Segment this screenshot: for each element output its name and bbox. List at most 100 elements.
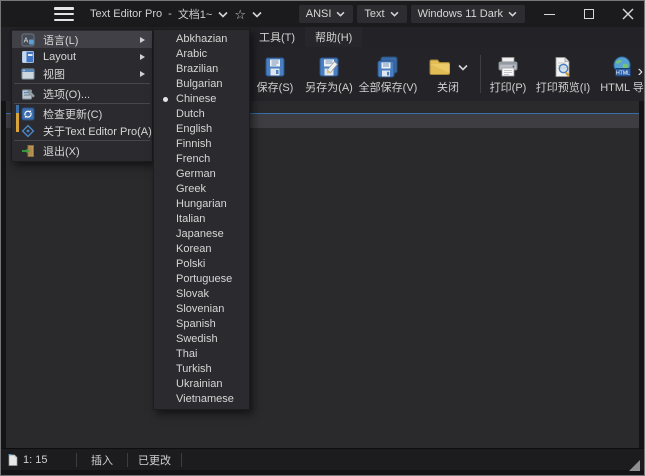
submenu-item[interactable]: Thai xyxy=(154,347,249,362)
submenu-item-label: French xyxy=(176,153,210,165)
submenu-item[interactable]: Ukrainian xyxy=(154,377,249,392)
filetype-select[interactable]: Text xyxy=(357,5,406,23)
save-icon xyxy=(263,54,287,80)
svg-text:HTML: HTML xyxy=(616,70,630,76)
favorite-star-icon[interactable]: ☆ xyxy=(234,8,246,21)
submenu-item-label: Greek xyxy=(176,183,206,195)
submenu-item[interactable]: Slovenian xyxy=(154,302,249,317)
submenu-item-label: Brazilian xyxy=(176,63,218,75)
submenu-arrow-icon xyxy=(140,54,145,60)
save-as-button[interactable]: 另存为(A) xyxy=(301,50,357,98)
submenu-item[interactable]: German xyxy=(154,167,249,182)
submenu-item[interactable]: Spanish xyxy=(154,317,249,332)
html-export-icon: HTML xyxy=(610,54,634,80)
menu-separator xyxy=(14,103,150,104)
submenu-item[interactable]: Turkish xyxy=(154,362,249,377)
submenu-item[interactable]: English xyxy=(154,122,249,137)
tab-tools[interactable]: 工具(T) xyxy=(249,27,305,47)
submenu-arrow-icon xyxy=(140,71,145,77)
favorites-dropdown-icon[interactable] xyxy=(252,11,262,18)
menu-item-view[interactable]: 视图 xyxy=(12,65,152,82)
menu-item-check-updates[interactable]: 检查更新(C) xyxy=(12,105,152,122)
menu-item-layout[interactable]: Layout xyxy=(12,48,152,65)
close-file-button[interactable]: 关闭 xyxy=(419,50,477,98)
submenu-item-label: Ukrainian xyxy=(176,378,222,390)
submenu-item[interactable]: Hungarian xyxy=(154,197,249,212)
menu-item-options[interactable]: 选项(O)... xyxy=(12,85,152,102)
view-window-icon xyxy=(20,66,35,81)
submenu-item-label: Arabic xyxy=(176,48,207,60)
update-icon xyxy=(20,106,35,121)
submenu-item[interactable]: Swedish xyxy=(154,332,249,347)
chevron-down-icon xyxy=(336,11,346,18)
submenu-item[interactable]: Brazilian xyxy=(154,62,249,77)
submenu-item[interactable]: Abkhazian xyxy=(154,32,249,47)
submenu-item[interactable]: Chinese xyxy=(154,92,249,107)
submenu-item-label: Korean xyxy=(176,243,211,255)
chevron-down-icon xyxy=(508,11,518,18)
document-dropdown-icon[interactable] xyxy=(218,11,228,18)
save-all-button[interactable]: 全部保存(V) xyxy=(357,50,419,98)
exit-icon xyxy=(20,143,35,158)
minimize-button[interactable] xyxy=(543,8,556,21)
layout-icon xyxy=(20,49,35,64)
submenu-item-label: Portuguese xyxy=(176,273,232,285)
app-window: Text Editor Pro - 文档1~ ☆ ANSI Text Windo… xyxy=(0,0,645,476)
toolbar-overflow-button[interactable]: › xyxy=(638,64,643,80)
chevron-down-icon xyxy=(390,11,400,18)
print-preview-button[interactable]: 打印预览(I) xyxy=(532,50,594,98)
submenu-item[interactable]: Bulgarian xyxy=(154,77,249,92)
language-submenu: Abkhazian Arabic Brazilian Bulgarian Chi… xyxy=(153,29,250,410)
menu-item-language[interactable]: A 语言(L) xyxy=(12,31,152,48)
submenu-arrow-icon xyxy=(140,37,145,43)
submenu-item[interactable]: Dutch xyxy=(154,107,249,122)
submenu-item[interactable]: Polski xyxy=(154,257,249,272)
submenu-item-label: Vietnamese xyxy=(176,393,234,405)
theme-select[interactable]: Windows 11 Dark xyxy=(411,5,525,23)
submenu-item[interactable]: Finnish xyxy=(154,137,249,152)
close-button[interactable] xyxy=(621,8,634,21)
print-icon xyxy=(496,54,520,80)
save-button[interactable]: 保存(S) xyxy=(249,50,301,98)
hamburger-menu-icon[interactable] xyxy=(54,7,74,21)
window-controls xyxy=(543,8,634,21)
submenu-item-label: Italian xyxy=(176,213,205,225)
submenu-item-label: Japanese xyxy=(176,228,224,240)
tab-help[interactable]: 帮助(H) xyxy=(305,27,362,47)
status-bar: 1: 15 插入 已更改 xyxy=(1,448,644,470)
document-icon xyxy=(8,454,18,466)
submenu-item-label: Slovak xyxy=(176,288,209,300)
submenu-item-label: English xyxy=(176,123,212,135)
submenu-item[interactable]: Korean xyxy=(154,242,249,257)
insert-mode-cell[interactable]: 插入 xyxy=(77,453,128,467)
submenu-item-label: Thai xyxy=(176,348,197,360)
app-name: Text Editor Pro xyxy=(90,8,162,20)
submenu-item-label: Bulgarian xyxy=(176,78,222,90)
menu-item-about[interactable]: 关于Text Editor Pro(A) xyxy=(12,122,152,139)
submenu-item[interactable]: Portuguese xyxy=(154,272,249,287)
caret-position-cell: 1: 15 xyxy=(1,453,77,467)
save-as-icon xyxy=(317,54,341,80)
menu-separator xyxy=(14,140,150,141)
submenu-item[interactable]: French xyxy=(154,152,249,167)
document-name: 文档1~ xyxy=(178,6,213,22)
submenu-item-label: German xyxy=(176,168,216,180)
titlebar-right: ANSI Text Windows 11 Dark xyxy=(299,5,644,23)
encoding-select[interactable]: ANSI xyxy=(299,5,354,23)
submenu-item[interactable]: Arabic xyxy=(154,47,249,62)
submenu-item-label: Turkish xyxy=(176,363,212,375)
menu-separator xyxy=(14,83,150,84)
submenu-item[interactable]: Italian xyxy=(154,212,249,227)
submenu-item-label: Spanish xyxy=(176,318,216,330)
submenu-item[interactable]: Slovak xyxy=(154,287,249,302)
window-title: Text Editor Pro - 文档1~ ☆ xyxy=(90,6,262,22)
radio-dot-icon xyxy=(163,97,168,102)
submenu-item[interactable]: Greek xyxy=(154,182,249,197)
menu-item-exit[interactable]: 退出(X) xyxy=(12,142,152,159)
print-button[interactable]: 打印(P) xyxy=(484,50,532,98)
resize-grip[interactable] xyxy=(629,460,640,471)
submenu-item[interactable]: Vietnamese xyxy=(154,392,249,407)
gutter-modified-change-marker xyxy=(16,113,19,132)
maximize-button[interactable] xyxy=(582,8,595,21)
submenu-item[interactable]: Japanese xyxy=(154,227,249,242)
